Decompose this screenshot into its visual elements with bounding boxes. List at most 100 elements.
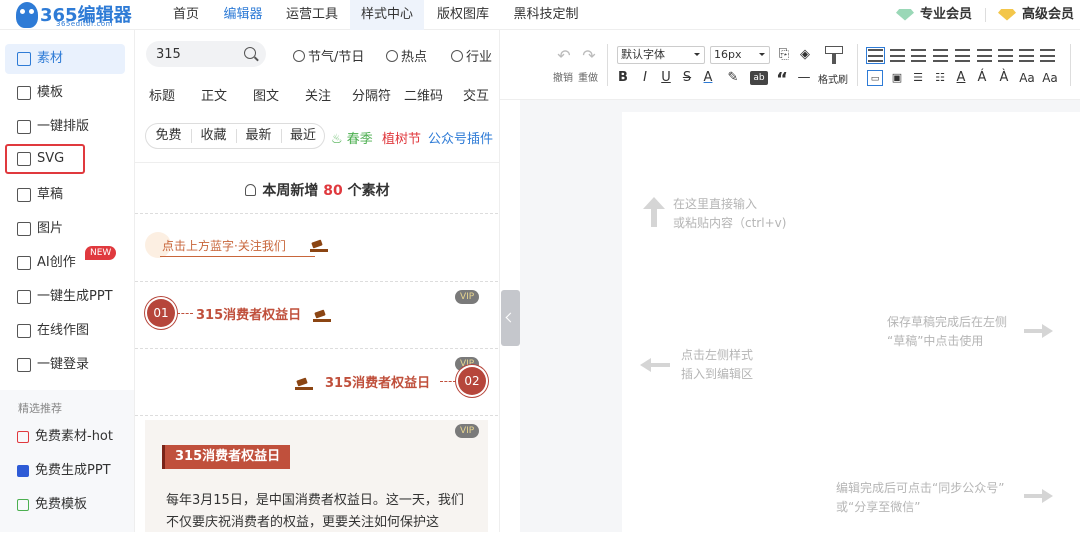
sidebar-item-online-drawing[interactable]: 在线作图 bbox=[5, 316, 125, 346]
left-sidebar: 素材 模板 一键排版 SVG 草稿 图片 AI创作 NEW 一键生成PPT 在线作… bbox=[0, 30, 135, 532]
layout-icon bbox=[17, 120, 31, 134]
numbered-list-icon[interactable]: ☷ bbox=[932, 70, 948, 86]
rec-item-free-materials[interactable]: 免费素材-hot bbox=[17, 427, 113, 447]
divider bbox=[607, 44, 608, 86]
category-interactive[interactable]: 交互 bbox=[463, 85, 489, 104]
letter-spacing-icon[interactable]: A bbox=[953, 70, 969, 86]
sidebar-item-svg[interactable]: SVG bbox=[5, 144, 85, 174]
topic-solar-terms[interactable]: 节气/节日 bbox=[293, 46, 364, 65]
font-color-icon[interactable]: A bbox=[700, 70, 716, 86]
collapse-panel-button[interactable] bbox=[501, 290, 520, 346]
search-icon[interactable] bbox=[244, 47, 256, 59]
filter-favorites[interactable]: 收藏 bbox=[191, 124, 236, 148]
rec-item-free-templates[interactable]: 免费模板 bbox=[17, 495, 87, 515]
senior-member-button[interactable]: 高级会员 bbox=[998, 0, 1074, 30]
sidebar-item-templates[interactable]: 模板 bbox=[5, 78, 125, 108]
highlight-icon[interactable]: ✎ bbox=[725, 70, 741, 86]
format-brush-label[interactable]: 格式刷 bbox=[818, 71, 848, 86]
uppercase-icon[interactable]: Aa bbox=[1017, 70, 1037, 86]
logo[interactable]: 365编辑器 365editor.com bbox=[16, 2, 136, 28]
nav-style-center[interactable]: 样式中心 bbox=[350, 0, 424, 30]
divider bbox=[135, 213, 498, 214]
divider bbox=[135, 415, 498, 416]
horizontal-rule-icon[interactable]: — bbox=[796, 70, 812, 86]
category-body[interactable]: 正文 bbox=[201, 85, 227, 104]
align-right-icon[interactable] bbox=[911, 49, 926, 62]
justify-icon[interactable] bbox=[933, 49, 948, 62]
category-follow[interactable]: 关注 bbox=[305, 85, 331, 104]
redo-label[interactable]: 重做 bbox=[578, 69, 598, 84]
paragraph-spacing-icon[interactable] bbox=[1040, 49, 1055, 62]
category-divider[interactable]: 分隔符 bbox=[352, 85, 391, 104]
nav-editor[interactable]: 编辑器 bbox=[218, 0, 268, 30]
indent-icon[interactable] bbox=[955, 49, 970, 62]
redo-icon[interactable]: ↷ bbox=[581, 48, 597, 64]
spacing-after-icon[interactable] bbox=[1019, 49, 1034, 62]
font-family-select[interactable]: 默认字体 bbox=[617, 46, 705, 64]
tag-arbor-day[interactable]: 植树节 bbox=[382, 128, 421, 147]
nav-copyright-gallery[interactable]: 版权图库 bbox=[430, 0, 496, 30]
dashed-arrow bbox=[440, 381, 456, 382]
font-decrease-icon[interactable]: À bbox=[996, 70, 1012, 86]
sidebar-item-materials[interactable]: 素材 bbox=[5, 44, 125, 74]
font-increase-icon[interactable]: Á bbox=[974, 70, 990, 86]
paste-icon[interactable]: ⎘ bbox=[776, 47, 792, 63]
brush-head bbox=[825, 46, 843, 54]
topic-industry[interactable]: 行业 bbox=[451, 46, 492, 65]
category-image-text[interactable]: 图文 bbox=[253, 85, 279, 104]
material-title-01[interactable]: 01 315消费者权益日 bbox=[145, 298, 345, 328]
tag-official-plugin[interactable]: 公众号插件 bbox=[428, 128, 493, 147]
italic-icon[interactable]: I bbox=[637, 70, 653, 86]
eraser-icon[interactable]: ◈ bbox=[797, 47, 813, 63]
lowercase-icon[interactable]: Aa bbox=[1040, 70, 1060, 86]
right-arrow-icon bbox=[1024, 489, 1054, 503]
material-title-text: 315消费者权益日 bbox=[325, 376, 431, 391]
nav-operation-tools[interactable]: 运营工具 bbox=[279, 0, 345, 30]
line-height-icon[interactable] bbox=[977, 49, 992, 62]
filter-free[interactable]: 免费 bbox=[146, 124, 191, 148]
spacing-before-icon[interactable] bbox=[998, 49, 1013, 62]
pro-member-button[interactable]: 专业会员 bbox=[896, 0, 972, 30]
cloud-icon bbox=[293, 50, 305, 62]
text-box-icon[interactable]: ▭ bbox=[867, 70, 883, 86]
material-title-text: 315消费者权益日 bbox=[196, 308, 302, 323]
undo-icon[interactable]: ↶ bbox=[556, 48, 572, 64]
template-icon bbox=[17, 86, 31, 100]
filter-newest[interactable]: 最新 bbox=[236, 124, 281, 148]
tag-spring[interactable]: ♨ 春季 bbox=[331, 128, 373, 147]
dashed-arrow bbox=[177, 313, 193, 314]
topic-hot[interactable]: 热点 bbox=[386, 46, 427, 65]
material-title-02[interactable]: 315消费者权益日 02 bbox=[290, 366, 490, 396]
sidebar-item-one-click-layout[interactable]: 一键排版 bbox=[5, 112, 125, 142]
nav-tech-custom[interactable]: 黑科技定制 bbox=[507, 0, 585, 30]
list-icon[interactable]: ☰ bbox=[910, 70, 926, 86]
background-color-icon[interactable]: ab bbox=[750, 71, 768, 85]
align-center-icon[interactable] bbox=[890, 49, 905, 62]
sidebar-item-ai-create[interactable]: AI创作 NEW bbox=[5, 246, 125, 278]
wrap-icon[interactable]: ▣ bbox=[889, 70, 905, 86]
editor-canvas[interactable] bbox=[622, 112, 1080, 532]
material-follow-us[interactable]: 点击上方蓝字·关注我们 bbox=[145, 232, 335, 258]
vip-badge: VIP bbox=[455, 424, 480, 438]
format-brush-icon[interactable] bbox=[822, 44, 846, 66]
sidebar-item-drafts[interactable]: 草稿 bbox=[5, 180, 125, 210]
font-size-select[interactable]: 16px bbox=[710, 46, 770, 64]
category-qrcode[interactable]: 二维码 bbox=[404, 85, 443, 104]
bold-icon[interactable]: B bbox=[615, 70, 631, 86]
search-input[interactable] bbox=[156, 45, 241, 63]
undo-label[interactable]: 撤销 bbox=[553, 69, 573, 84]
nav-home[interactable]: 首页 bbox=[163, 0, 209, 30]
rec-item-free-ppt[interactable]: 免费生成PPT bbox=[17, 461, 111, 481]
sidebar-item-generate-ppt[interactable]: 一键生成PPT bbox=[5, 282, 125, 312]
strikethrough-icon[interactable]: S bbox=[679, 70, 695, 86]
divider bbox=[135, 162, 500, 163]
align-left-icon[interactable] bbox=[866, 47, 885, 64]
category-title[interactable]: 标题 bbox=[149, 85, 175, 104]
sidebar-item-one-click-login[interactable]: 一键登录 bbox=[5, 350, 125, 380]
material-card-article[interactable]: 315消费者权益日 每年3月15日，是中国消费者权益日。这一天，我们不仅要庆祝消… bbox=[145, 420, 488, 532]
filter-recent[interactable]: 最近 bbox=[281, 124, 325, 148]
underline-icon[interactable]: U bbox=[658, 70, 674, 86]
quote-icon[interactable]: “ bbox=[774, 71, 790, 89]
divider bbox=[985, 8, 986, 22]
sidebar-item-images[interactable]: 图片 bbox=[5, 214, 125, 244]
